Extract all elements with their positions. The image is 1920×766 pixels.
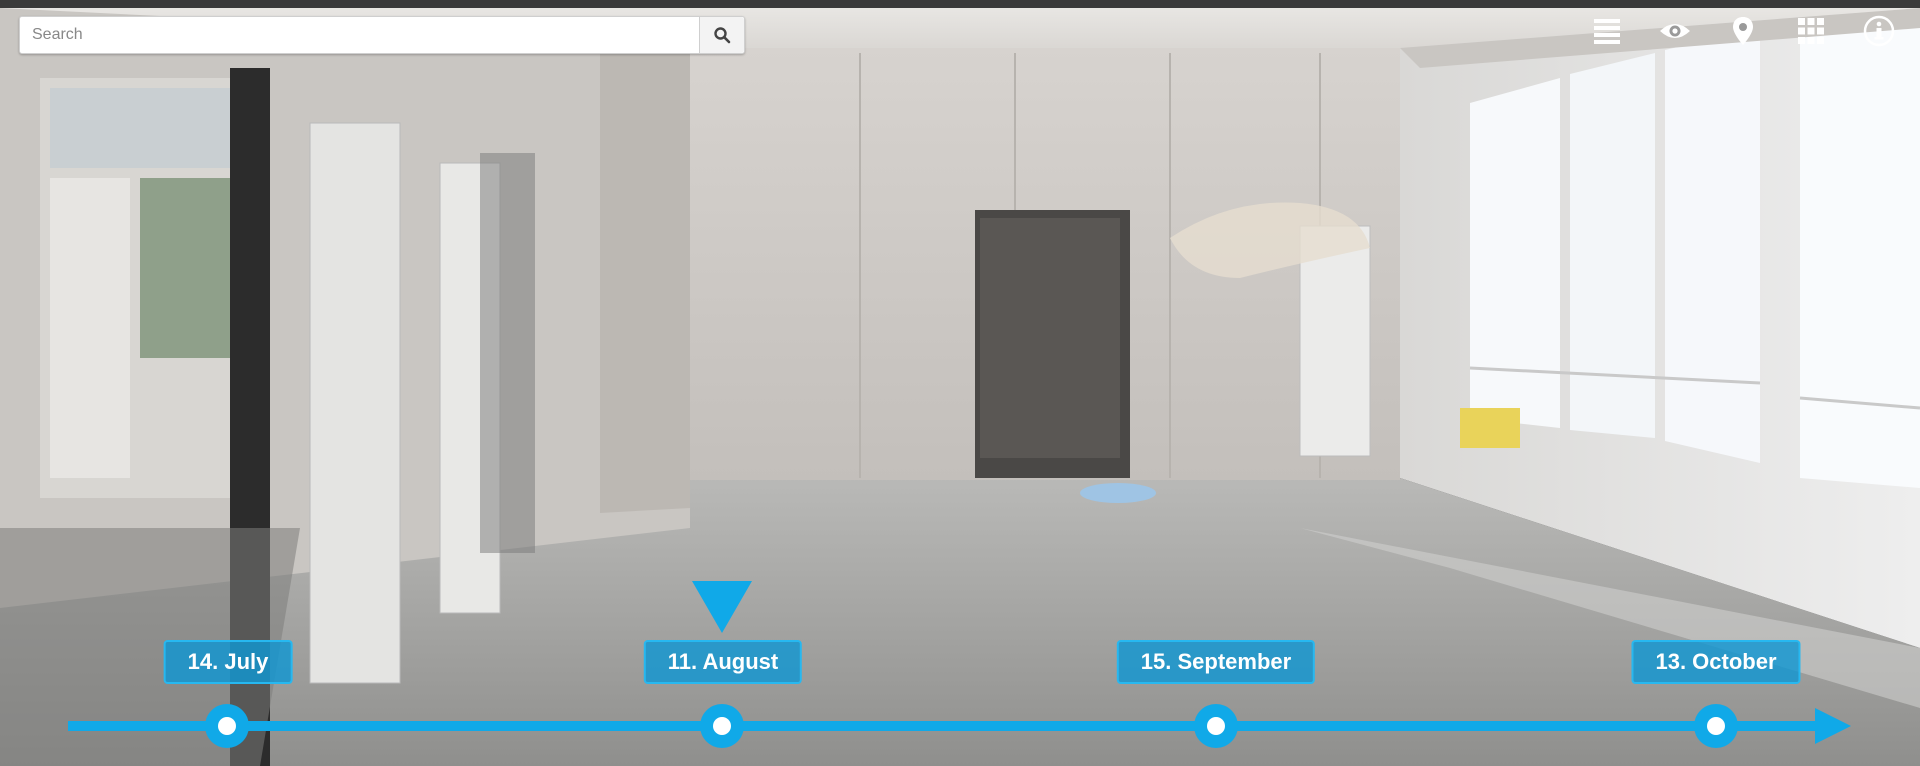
timeline-node-4[interactable] bbox=[1694, 704, 1738, 748]
location-button[interactable] bbox=[1723, 14, 1763, 48]
timeline-arrow-icon bbox=[1815, 708, 1851, 744]
grid-icon bbox=[1798, 18, 1824, 44]
timeline-node-1[interactable] bbox=[205, 704, 249, 748]
map-pin-icon bbox=[1733, 17, 1753, 45]
layers-list-button[interactable] bbox=[1587, 14, 1627, 48]
timeline-label-2[interactable]: 11. August bbox=[643, 640, 803, 684]
info-icon bbox=[1863, 15, 1895, 47]
view-toggle-button[interactable] bbox=[1655, 14, 1695, 48]
timeline-track bbox=[68, 721, 1818, 731]
timeline-node-2[interactable] bbox=[700, 704, 744, 748]
info-button[interactable] bbox=[1859, 14, 1899, 48]
timeline-label-4[interactable]: 13. October bbox=[1631, 640, 1801, 684]
timeline-node-3[interactable] bbox=[1194, 704, 1238, 748]
grid-view-button[interactable] bbox=[1791, 14, 1831, 48]
timeline-selected-marker bbox=[692, 581, 752, 633]
list-icon bbox=[1594, 19, 1620, 44]
timeline-label-3[interactable]: 15. September bbox=[1116, 640, 1316, 684]
eye-icon bbox=[1660, 24, 1690, 38]
top-strip bbox=[0, 0, 1920, 8]
timeline-label-1[interactable]: 14. July bbox=[163, 640, 293, 684]
search-input[interactable] bbox=[20, 17, 699, 53]
search-button[interactable] bbox=[699, 17, 744, 53]
search-icon bbox=[714, 27, 731, 44]
search-bar bbox=[19, 16, 745, 54]
